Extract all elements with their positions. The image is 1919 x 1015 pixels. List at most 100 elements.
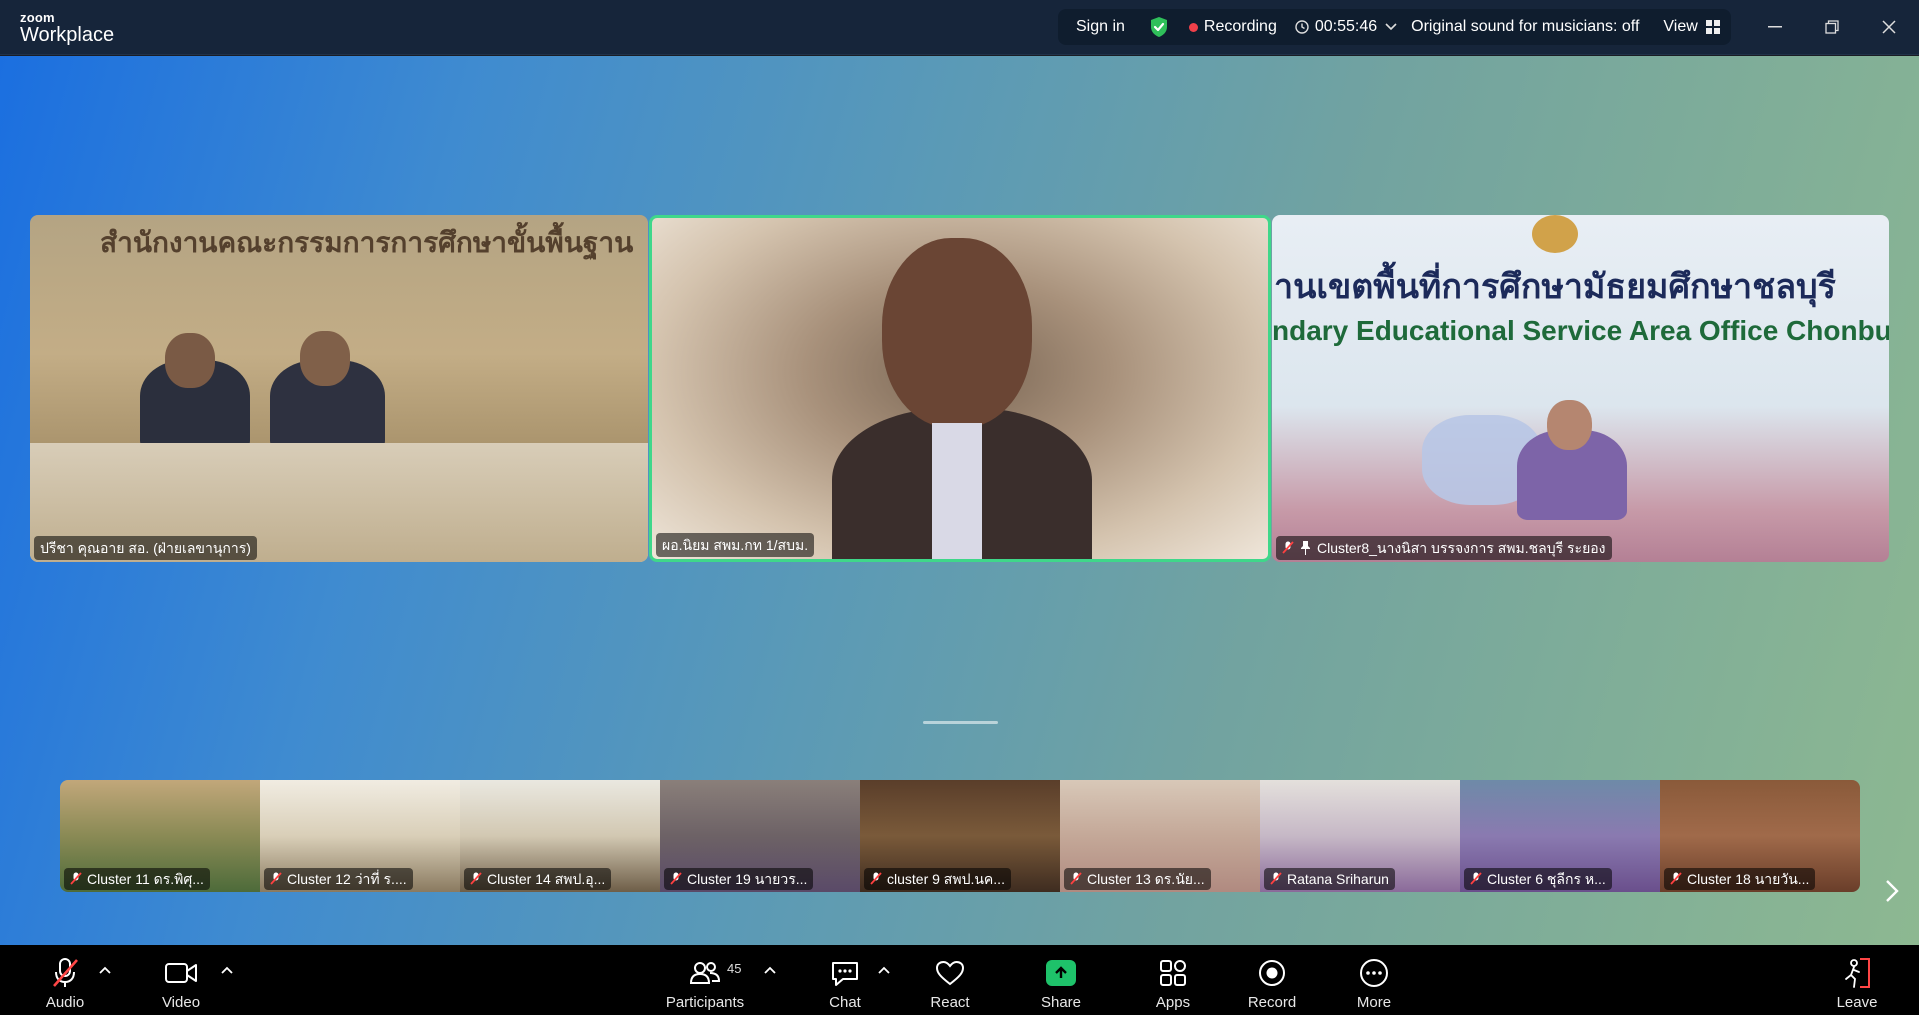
share-screen-icon [1046,960,1076,986]
title-bar: zoom Workplace Sign in Recording 00:55:4… [0,0,1919,55]
chat-options-caret-icon[interactable] [877,963,891,977]
participants-label: Participants [665,994,745,1011]
muted-mic-icon [670,872,682,885]
audio-button[interactable]: Audio [40,945,90,1015]
participant-head [1547,400,1592,450]
video-tile[interactable]: านเขตพื้นที่การศึกษามัธยมศึกษาชลบุรี nda… [1272,215,1889,562]
video-tile[interactable]: สำนักงานคณะกรรมการการศึกษาขั้นพื้นฐาน ปร… [30,215,648,562]
thumbnail-name: Cluster 19 นายวร... [687,871,808,887]
more-label: More [1356,994,1392,1011]
video-label: Video [161,994,201,1011]
participant-head [165,333,215,388]
emblem-logo [1532,215,1578,253]
leave-button[interactable]: Leave [1832,945,1882,1015]
thumbnail-name: Cluster 13 ดร.นัย... [1087,871,1205,887]
participants-count: 45 [727,961,742,976]
thumbnail-name: Ratana Sriharun [1287,871,1389,887]
muted-mic-icon [1070,872,1082,885]
grid-view-icon [1705,20,1720,34]
participants-icon [690,953,720,993]
muted-mic-icon [870,872,882,885]
participant-name-label: ผอ.นิยม สพม.กท 1/สบม. [656,533,815,557]
participant-head [300,331,350,386]
meeting-status-bar: Sign in Recording 00:55:46 Original soun… [1058,9,1731,45]
react-label: React [930,994,970,1011]
thumbnail-tile[interactable]: Cluster 12 ว่าที่ ร.... [260,780,460,892]
muted-mic-icon [1282,541,1294,554]
shirt [932,423,982,559]
video-camera-icon [165,953,197,993]
recording-label: Recording [1203,18,1277,35]
video-options-caret-icon[interactable] [220,963,234,977]
meeting-stage: สำนักงานคณะกรรมการการศึกษาขั้นพื้นฐาน ปร… [0,56,1919,945]
thumbnail-name: cluster 9 สพป.นค... [887,871,1005,887]
leave-door-icon [1842,953,1872,993]
close-icon[interactable] [1878,16,1900,38]
apps-button[interactable]: Apps [1148,945,1198,1015]
thumbnail-tile[interactable]: Cluster 18 นายวัน... [1660,780,1860,892]
chevron-right-icon[interactable] [1880,874,1904,908]
record-icon [1258,953,1286,993]
share-label: Share [1040,994,1082,1011]
muted-mic-icon [50,953,80,993]
thumbnail-tile[interactable]: cluster 9 สพป.นค... [860,780,1060,892]
record-button[interactable]: Record [1247,945,1297,1015]
thumbnail-name: Cluster 12 ว่าที่ ร.... [287,871,407,887]
view-button[interactable]: View [1663,18,1720,36]
thumbnail-name: Cluster 11 ดร.พิศุ... [87,871,204,887]
muted-mic-icon [1670,872,1682,885]
heart-icon [935,953,965,993]
clock-icon [1295,20,1309,34]
leave-label: Leave [1836,994,1878,1011]
recording-dot-icon [1188,22,1198,32]
thumbnail-tile[interactable]: Cluster 14 สพป.อุ... [460,780,660,892]
audio-label: Audio [45,994,85,1011]
logo-brand-small: zoom [20,10,55,25]
participant-thumbnail-strip: Cluster 11 ดร.พิศุ... Cluster 12 ว่าที่ … [60,780,1860,892]
record-label: Record [1247,994,1297,1011]
meeting-timer[interactable]: 00:55:46 [1295,18,1377,36]
audio-options-caret-icon[interactable] [98,963,112,977]
zoom-workplace-logo: zoom Workplace [20,11,114,45]
video-tile-active-speaker[interactable]: ผอ.นิยม สพม.กท 1/สบม. [649,215,1271,562]
more-button[interactable]: More [1349,945,1399,1015]
backdrop-text: สำนักงานคณะกรรมการการศึกษาขั้นพื้นฐาน [100,227,634,258]
meeting-controls-toolbar: Audio Video Participants 45 Chat React S… [0,945,1919,1015]
participants-options-caret-icon[interactable] [763,963,777,977]
participant-head [882,238,1032,428]
minimize-icon[interactable] [1764,16,1786,38]
share-button[interactable]: Share [1036,945,1086,1015]
thumbnail-name: Cluster 18 นายวัน... [1687,871,1810,887]
chevron-down-icon[interactable] [1385,23,1397,31]
original-sound-status[interactable]: Original sound for musicians: off [1411,18,1639,36]
participant-name-label: ปรีชา คุณอาย สอ. (ฝ่ายเลขานุการ) [34,536,257,560]
video-button[interactable]: Video [156,945,206,1015]
participant-name-label: Cluster8_นางนิสา บรรจงการ สพม.ชลบุรี ระย… [1276,536,1612,560]
layout-resize-handle[interactable] [923,721,998,724]
muted-mic-icon [1270,872,1282,885]
shield-check-icon[interactable] [1149,16,1169,38]
thumbnail-tile[interactable]: Cluster 13 ดร.นัย... [1060,780,1260,892]
chat-button[interactable]: Chat [820,945,870,1015]
view-label: View [1663,18,1698,35]
backdrop-text: ndary Educational Service Area Office Ch… [1272,315,1889,346]
muted-mic-icon [1470,872,1482,885]
thumbnail-name: Cluster 14 สพป.อุ... [487,871,606,887]
thumbnail-tile[interactable]: Cluster 11 ดร.พิศุ... [60,780,260,892]
react-button[interactable]: React [925,945,975,1015]
participants-button[interactable]: Participants [660,945,750,1015]
thumbnail-tile[interactable]: Cluster 19 นายวร... [660,780,860,892]
recording-indicator[interactable]: Recording [1188,18,1277,36]
thumbnail-tile[interactable]: Ratana Sriharun [1260,780,1460,892]
thumbnail-tile[interactable]: Cluster 6 ชุลีกร ห... [1460,780,1660,892]
muted-mic-icon [70,872,82,885]
chat-bubble-icon [830,953,860,993]
apps-icon [1159,953,1187,993]
more-dots-icon [1359,953,1389,993]
muted-mic-icon [470,872,482,885]
backdrop-text: านเขตพื้นที่การศึกษามัธยมศึกษาชลบุรี [1274,268,1836,306]
restore-icon[interactable] [1821,16,1843,38]
sign-in-button[interactable]: Sign in [1076,18,1125,36]
timer-value: 00:55:46 [1314,18,1378,35]
muted-mic-icon [270,872,282,885]
